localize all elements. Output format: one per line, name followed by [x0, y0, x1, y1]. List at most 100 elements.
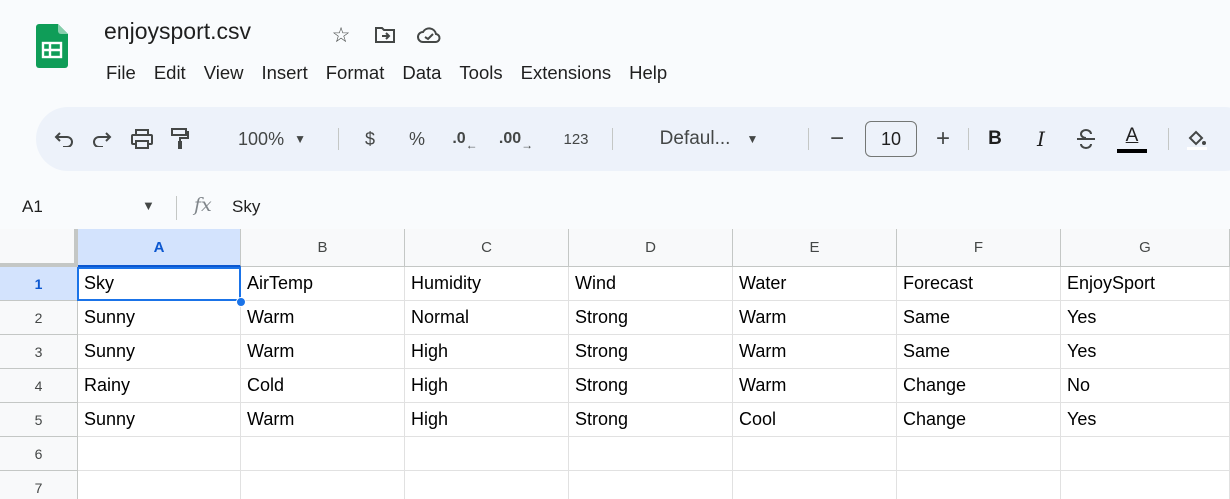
- bold-button[interactable]: B: [980, 107, 1010, 171]
- menu-item-help[interactable]: Help: [629, 62, 685, 84]
- cell-c4[interactable]: High: [405, 369, 569, 403]
- cell-a2[interactable]: Sunny: [78, 301, 241, 335]
- cell-e7[interactable]: [733, 471, 897, 499]
- italic-button[interactable]: I: [1026, 107, 1056, 171]
- star-icon[interactable]: ☆: [328, 22, 354, 48]
- cell-e5[interactable]: Cool: [733, 403, 897, 437]
- cell-e2[interactable]: Warm: [733, 301, 897, 335]
- cloud-saved-icon[interactable]: [416, 22, 442, 48]
- cell-c1[interactable]: Humidity: [405, 267, 569, 301]
- text-color-button[interactable]: A: [1114, 107, 1150, 171]
- cell-e3[interactable]: Warm: [733, 335, 897, 369]
- cell-c3[interactable]: High: [405, 335, 569, 369]
- move-to-folder-icon[interactable]: [372, 22, 398, 48]
- cell-a7[interactable]: [78, 471, 241, 499]
- cell-c7[interactable]: [405, 471, 569, 499]
- name-box[interactable]: A1: [22, 197, 43, 217]
- menu-item-insert[interactable]: Insert: [261, 62, 325, 84]
- cell-b4[interactable]: Cold: [241, 369, 405, 403]
- column-header-d[interactable]: D: [569, 229, 733, 267]
- menu-item-view[interactable]: View: [204, 62, 262, 84]
- menu-item-data[interactable]: Data: [402, 62, 459, 84]
- chevron-down-icon[interactable]: ▼: [142, 198, 155, 213]
- cell-a5[interactable]: Sunny: [78, 403, 241, 437]
- decrease-decimal-button[interactable]: .0 ←: [448, 107, 482, 171]
- row-header-2[interactable]: 2: [0, 301, 78, 335]
- menu-item-file[interactable]: File: [106, 62, 154, 84]
- fill-color-icon[interactable]: [1182, 107, 1212, 171]
- cell-d4[interactable]: Strong: [569, 369, 733, 403]
- cell-g6[interactable]: [1061, 437, 1230, 471]
- row-header-3[interactable]: 3: [0, 335, 78, 369]
- cell-a4[interactable]: Rainy: [78, 369, 241, 403]
- print-icon[interactable]: [126, 107, 158, 171]
- cell-d7[interactable]: [569, 471, 733, 499]
- cell-b2[interactable]: Warm: [241, 301, 405, 335]
- cell-f2[interactable]: Same: [897, 301, 1061, 335]
- cell-a1[interactable]: Sky: [78, 267, 241, 301]
- sheets-logo-icon[interactable]: [36, 24, 68, 68]
- cell-d3[interactable]: Strong: [569, 335, 733, 369]
- select-all-corner[interactable]: [0, 229, 78, 267]
- cell-f1[interactable]: Forecast: [897, 267, 1061, 301]
- cell-e4[interactable]: Warm: [733, 369, 897, 403]
- cell-c5[interactable]: High: [405, 403, 569, 437]
- cell-a3[interactable]: Sunny: [78, 335, 241, 369]
- increase-font-size-button[interactable]: +: [928, 107, 958, 171]
- increase-decimal-button[interactable]: .00 →: [496, 107, 536, 171]
- undo-icon[interactable]: [48, 107, 80, 171]
- row-header-7[interactable]: 7: [0, 471, 78, 499]
- cell-d6[interactable]: [569, 437, 733, 471]
- percent-format-button[interactable]: %: [402, 107, 432, 171]
- menu-item-tools[interactable]: Tools: [459, 62, 520, 84]
- row-header-6[interactable]: 6: [0, 437, 78, 471]
- zoom-select[interactable]: 100% ▼: [222, 107, 322, 171]
- redo-icon[interactable]: [86, 107, 118, 171]
- currency-format-button[interactable]: $: [356, 107, 384, 171]
- cell-f5[interactable]: Change: [897, 403, 1061, 437]
- cell-g5[interactable]: Yes: [1061, 403, 1230, 437]
- number-format-button[interactable]: 123: [556, 107, 596, 171]
- cell-e6[interactable]: [733, 437, 897, 471]
- column-header-b[interactable]: B: [241, 229, 405, 267]
- column-header-g[interactable]: G: [1061, 229, 1230, 267]
- row-header-5[interactable]: 5: [0, 403, 78, 437]
- cell-b3[interactable]: Warm: [241, 335, 405, 369]
- cell-b5[interactable]: Warm: [241, 403, 405, 437]
- fill-handle[interactable]: [236, 297, 246, 307]
- font-size-input[interactable]: 10: [865, 121, 917, 157]
- cell-a6[interactable]: [78, 437, 241, 471]
- strikethrough-icon[interactable]: [1070, 107, 1102, 171]
- cell-f4[interactable]: Change: [897, 369, 1061, 403]
- font-family-select[interactable]: Defaul... ▼: [632, 107, 786, 171]
- cell-c6[interactable]: [405, 437, 569, 471]
- cell-f7[interactable]: [897, 471, 1061, 499]
- cell-b1[interactable]: AirTemp: [241, 267, 405, 301]
- column-header-a[interactable]: A: [78, 229, 241, 267]
- row-header-4[interactable]: 4: [0, 369, 78, 403]
- column-header-e[interactable]: E: [733, 229, 897, 267]
- cell-g7[interactable]: [1061, 471, 1230, 499]
- decrease-font-size-button[interactable]: −: [820, 107, 854, 171]
- cell-d5[interactable]: Strong: [569, 403, 733, 437]
- row-header-1[interactable]: 1: [0, 267, 78, 301]
- menu-item-format[interactable]: Format: [326, 62, 403, 84]
- cell-g3[interactable]: Yes: [1061, 335, 1230, 369]
- cell-b7[interactable]: [241, 471, 405, 499]
- cell-f6[interactable]: [897, 437, 1061, 471]
- formula-input[interactable]: Sky: [232, 197, 260, 217]
- cell-g1[interactable]: EnjoySport: [1061, 267, 1230, 301]
- column-header-f[interactable]: F: [897, 229, 1061, 267]
- menu-item-extensions[interactable]: Extensions: [521, 62, 630, 84]
- column-header-c[interactable]: C: [405, 229, 569, 267]
- cell-b6[interactable]: [241, 437, 405, 471]
- cell-g4[interactable]: No: [1061, 369, 1230, 403]
- cell-d1[interactable]: Wind: [569, 267, 733, 301]
- menu-item-edit[interactable]: Edit: [154, 62, 204, 84]
- cell-c2[interactable]: Normal: [405, 301, 569, 335]
- cell-g2[interactable]: Yes: [1061, 301, 1230, 335]
- paint-format-icon[interactable]: [164, 107, 196, 171]
- cell-f3[interactable]: Same: [897, 335, 1061, 369]
- cell-e1[interactable]: Water: [733, 267, 897, 301]
- document-title[interactable]: enjoysport.csv: [104, 18, 251, 45]
